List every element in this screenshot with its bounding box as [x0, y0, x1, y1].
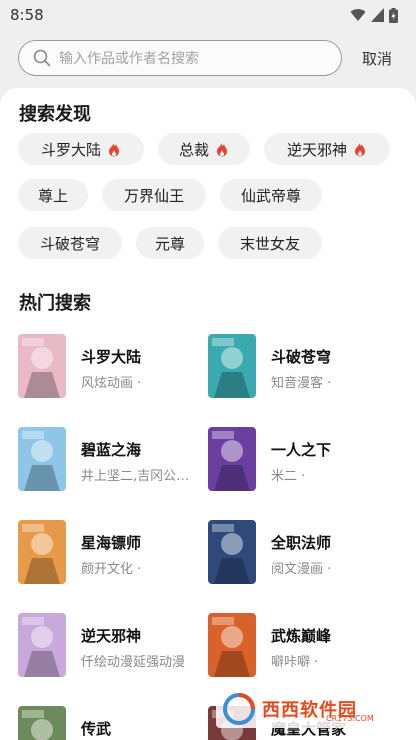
item-title: 斗罗大陆 — [81, 348, 142, 366]
discover-tag-label: 尊上 — [37, 186, 68, 205]
status-time: 8:58 — [10, 6, 44, 24]
discover-tag[interactable]: 元尊 — [136, 227, 204, 259]
search-row: 输入作品或作者名搜索 取消 — [0, 36, 416, 80]
discover-title: 搜索发现 — [19, 104, 91, 125]
hot-search-item[interactable]: 斗罗大陆风炫动画 · — [18, 334, 208, 402]
watermark: 西西软件园 CR173.COM — [216, 690, 396, 728]
fire-icon — [355, 141, 365, 156]
item-subtitle: 阅文漫画 · — [271, 562, 332, 577]
item-subtitle: 风炫动画 · — [81, 376, 142, 391]
discover-tag-label: 万界仙王 — [123, 186, 184, 205]
hot-search-item[interactable]: 传武 — [18, 706, 208, 740]
item-subtitle: 井上坚二,吉冈公… — [81, 469, 190, 484]
item-subtitle: 噼咔噼 · — [271, 655, 319, 670]
item-title: 斗破苍穹 — [271, 348, 332, 366]
cover-image — [18, 427, 66, 491]
item-title: 传武 — [81, 720, 112, 738]
discover-tag[interactable]: 末世女友 — [218, 227, 322, 259]
cover-image — [18, 520, 66, 584]
search-input[interactable]: 输入作品或作者名搜索 — [18, 40, 342, 76]
item-title: 一人之下 — [271, 441, 332, 459]
wifi-icon — [350, 9, 366, 21]
discover-tag-label: 总裁 — [178, 140, 209, 159]
discover-tag[interactable]: 逆天邪神 — [264, 133, 390, 165]
hot-search-item[interactable]: 全职法师阅文漫画 · — [208, 520, 398, 588]
watermark-logo-icon — [223, 693, 255, 725]
status-icons — [350, 7, 398, 23]
signal-icon — [371, 8, 384, 22]
cover-image — [18, 706, 66, 740]
content-panel: 搜索发现 斗罗大陆 总裁 逆天邪神 尊上 万界仙王 仙武帝尊 斗破苍穹 元尊 末世女友 热门搜索… — [0, 88, 416, 740]
hot-search-item[interactable]: 星海镖师颜开文化 · — [18, 520, 208, 588]
search-placeholder: 输入作品或作者名搜索 — [59, 51, 199, 67]
item-subtitle: 米二 · — [271, 469, 306, 484]
discover-tag-label: 元尊 — [154, 234, 185, 253]
discover-tag[interactable]: 万界仙王 — [102, 179, 206, 211]
hot-search-item[interactable]: 斗破苍穹知音漫客 · — [208, 334, 398, 402]
item-title: 全职法师 — [271, 534, 332, 552]
status-bar: 8:58 — [0, 0, 416, 30]
hot-search-item[interactable]: 一人之下米二 · — [208, 427, 398, 495]
discover-tag[interactable]: 尊上 — [18, 179, 88, 211]
item-title: 武炼巅峰 — [271, 627, 332, 645]
cover-image — [18, 613, 66, 677]
discover-tag[interactable]: 总裁 — [158, 133, 250, 165]
hot-search-item[interactable]: 武炼巅峰噼咔噼 · — [208, 613, 398, 681]
discover-tag[interactable]: 斗破苍穹 — [18, 227, 122, 259]
cover-image — [208, 613, 256, 677]
cover-image — [18, 334, 66, 398]
search-icon — [33, 49, 51, 67]
discover-tag-label: 逆天邪神 — [286, 140, 347, 159]
hot-search-item[interactable]: 逆天邪神仟绘动漫延强动漫 — [18, 613, 208, 681]
fire-icon — [217, 141, 227, 156]
discover-tag-label: 斗罗大陆 — [40, 140, 101, 159]
cancel-button[interactable]: 取消 — [362, 48, 392, 69]
watermark-sub: CR173.COM — [326, 714, 374, 723]
discover-tag[interactable]: 斗罗大陆 — [18, 133, 144, 165]
discover-tag-label: 仙武帝尊 — [240, 186, 301, 205]
battery-icon — [389, 7, 398, 23]
item-title: 碧蓝之海 — [81, 441, 142, 459]
item-title: 逆天邪神 — [81, 627, 142, 645]
hot-search-title: 热门搜索 — [19, 293, 91, 314]
cover-image — [208, 520, 256, 584]
discover-tag-label: 末世女友 — [239, 234, 300, 253]
item-subtitle: 仟绘动漫延强动漫 — [81, 655, 186, 670]
fire-icon — [109, 141, 119, 156]
cover-image — [208, 427, 256, 491]
hot-search-item[interactable]: 碧蓝之海井上坚二,吉冈公… — [18, 427, 208, 495]
item-subtitle: 颜开文化 · — [81, 562, 142, 577]
cover-image — [208, 334, 256, 398]
discover-tag-label: 斗破苍穹 — [39, 234, 100, 253]
item-subtitle: 知音漫客 · — [271, 376, 332, 391]
discover-tag[interactable]: 仙武帝尊 — [220, 179, 322, 211]
item-title: 星海镖师 — [81, 534, 142, 552]
